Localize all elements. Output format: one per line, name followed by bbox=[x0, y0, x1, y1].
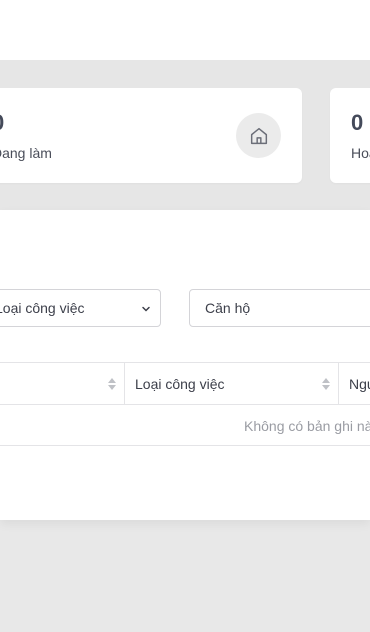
apartment-select-value: Căn hộ bbox=[205, 300, 251, 316]
sort-icon[interactable] bbox=[108, 377, 116, 393]
chevron-down-icon bbox=[140, 302, 152, 318]
table-empty-row: Không có bản ghi nào bbox=[0, 405, 370, 446]
column-header-job-type[interactable]: Loại công việc bbox=[124, 363, 337, 404]
stat-card-completed: 0 Hoàn thành bbox=[330, 88, 370, 183]
table-header: Loại công việc Người bbox=[0, 362, 370, 405]
stat-card-in-progress: 0 Đang làm bbox=[0, 88, 302, 183]
home-icon bbox=[236, 113, 281, 158]
jobs-table: Loại công việc Người Không có bản ghi nà… bbox=[0, 362, 370, 446]
top-header-bar bbox=[0, 0, 370, 60]
stat-in-progress-label: Đang làm bbox=[0, 145, 52, 161]
job-type-select[interactable]: Loại công việc bbox=[0, 289, 161, 327]
column-header-person[interactable]: Người bbox=[338, 363, 370, 404]
stat-completed-label: Hoàn thành bbox=[351, 145, 370, 161]
app-viewport: 0 Đang làm 0 Hoàn thành Loại công việc C… bbox=[0, 0, 370, 632]
sort-icon[interactable] bbox=[322, 377, 330, 393]
stat-completed-count: 0 bbox=[351, 110, 364, 135]
column-header-first[interactable] bbox=[0, 363, 123, 404]
empty-message: Không có bản ghi nào bbox=[244, 418, 370, 434]
apartment-select[interactable]: Căn hộ bbox=[189, 289, 370, 327]
job-type-select-value: Loại công việc bbox=[0, 300, 85, 316]
stat-in-progress-count: 0 bbox=[0, 110, 4, 136]
